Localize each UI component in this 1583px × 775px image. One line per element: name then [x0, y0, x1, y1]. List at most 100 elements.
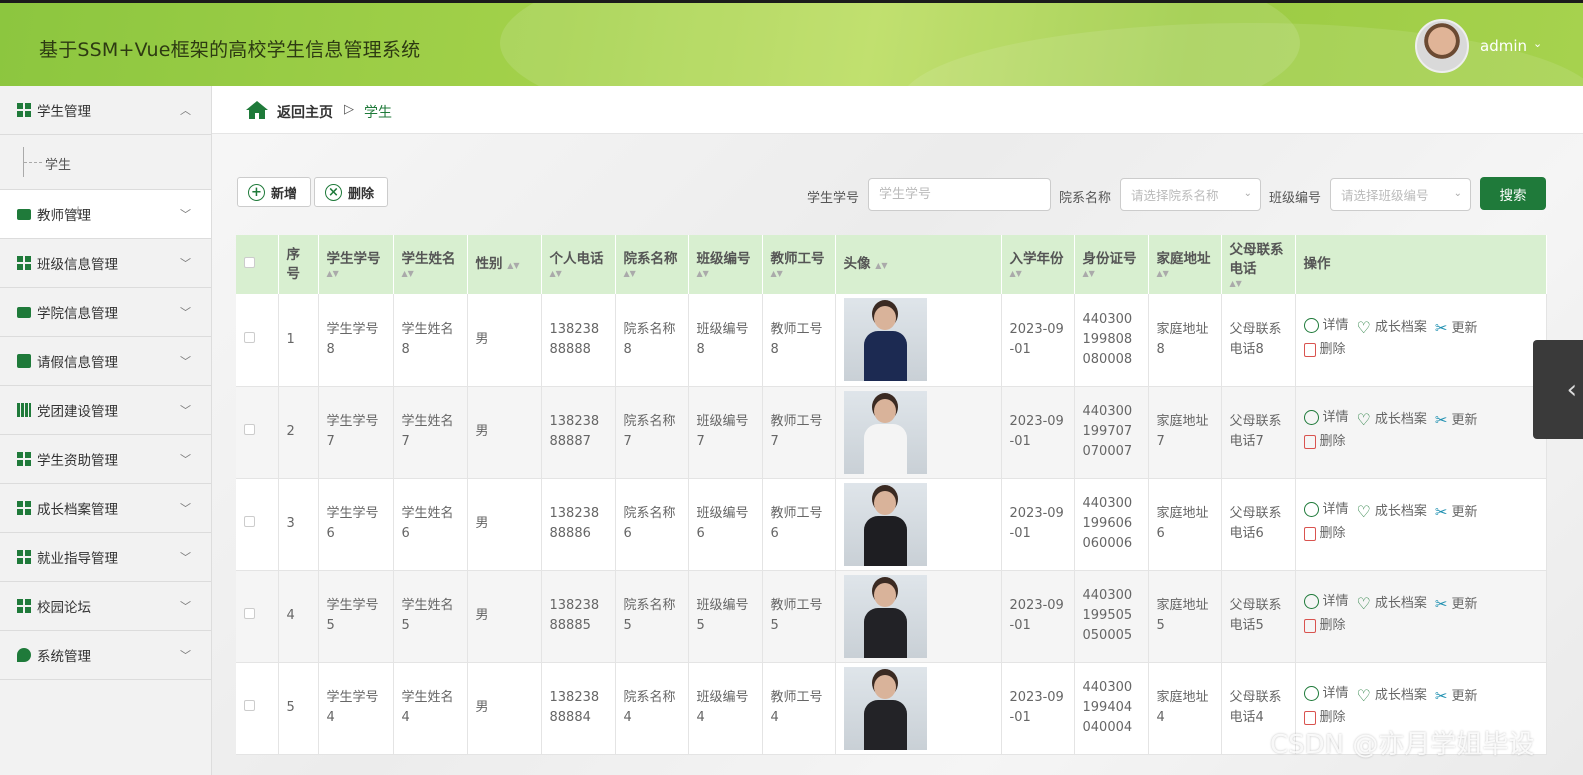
sidebar-item-label: 教师管理	[37, 208, 91, 224]
photo-figure	[873, 306, 896, 331]
search-button[interactable]: 搜索	[1480, 177, 1546, 210]
sort-icon[interactable]: ▲▼	[1230, 279, 1287, 289]
add-button[interactable]: + 新增	[237, 177, 311, 207]
sort-icon[interactable]: ▲▼	[327, 269, 385, 279]
batch-delete-button[interactable]: × 删除	[314, 177, 388, 207]
table-cell-idx: 3	[278, 478, 319, 571]
row-checkbox[interactable]	[244, 516, 255, 527]
table-row[interactable]: 1 学生学号8 学生姓名8 男 13823888888 院系名称8 班级编号8 教师工号8 20…	[236, 294, 1547, 387]
sidebar-item[interactable]: 系统管理 ﹀	[0, 631, 211, 680]
detail-button[interactable]: 详情	[1303, 500, 1349, 520]
user-name[interactable]: admin	[1480, 37, 1527, 55]
column-header[interactable]: 院系名称 ▲▼	[615, 235, 689, 294]
column-header[interactable]: 家庭地址 ▲▼	[1148, 235, 1222, 294]
sort-icon[interactable]: ▲▼	[1083, 269, 1140, 279]
sidebar-item[interactable]: 学生管理 ︿	[0, 86, 211, 135]
column-header[interactable]: 个人电话 ▲▼	[541, 235, 616, 294]
column-header[interactable]: 学生学号 ▲▼	[318, 235, 394, 294]
row-select-cell	[236, 478, 279, 571]
table-cell-cls: 班级编号8	[688, 294, 763, 387]
photo-figure	[873, 582, 896, 607]
class-select[interactable]: 请选择班级编号 ⌄	[1330, 178, 1471, 211]
sort-icon[interactable]: ▲▼	[1157, 269, 1213, 279]
sidebar-item[interactable]: 请假信息管理 ﹀	[0, 337, 211, 386]
detail-button[interactable]: 详情	[1303, 684, 1349, 704]
archive-button[interactable]: ♡ 成长档案	[1357, 686, 1427, 706]
sidebar-item[interactable]: 党团建设管理 ﹀	[0, 386, 211, 435]
update-button[interactable]: ✂ 更新	[1435, 319, 1478, 339]
table-cell-no: 学生学号7	[318, 386, 394, 479]
sort-icon[interactable]: ▲▼	[507, 261, 519, 270]
column-header-label: 入学年份	[1009, 251, 1064, 267]
row-checkbox[interactable]	[244, 608, 255, 619]
detail-button[interactable]: 详情	[1303, 408, 1349, 428]
column-header[interactable]: 班级编号 ▲▼	[688, 235, 763, 294]
archive-button[interactable]: ♡ 成长档案	[1357, 502, 1427, 522]
sort-icon[interactable]: ▲▼	[550, 269, 607, 279]
row-checkbox[interactable]	[244, 700, 255, 711]
dept-select-placeholder: 请选择院系名称	[1131, 188, 1219, 203]
sidebar-item[interactable]: 学生资助管理 ﹀	[0, 435, 211, 484]
app-title: 基于SSM+Vue框架的高校学生信息管理系统	[39, 39, 421, 61]
heart-icon: ♡	[1356, 502, 1371, 522]
table-row[interactable]: 4 学生学号5 学生姓名5 男 13823888885 院系名称5 班级编号5 教师工号5 20…	[236, 570, 1547, 663]
column-header[interactable]: 学生姓名 ▲▼	[393, 235, 468, 294]
delete-row-button[interactable]: 删除	[1303, 524, 1346, 544]
archive-button[interactable]: ♡ 成长档案	[1357, 594, 1427, 614]
detail-button[interactable]: 详情	[1303, 316, 1349, 336]
student-photo[interactable]	[843, 574, 927, 658]
home-icon[interactable]	[245, 100, 269, 120]
detail-icon	[1303, 686, 1319, 702]
table-row[interactable]: 2 学生学号7 学生姓名7 男 13823888887 院系名称7 班级编号7 教师工号7 20…	[236, 386, 1547, 479]
sort-icon[interactable]: ▲▼	[875, 261, 887, 270]
column-header[interactable]: 头像 ▲▼	[835, 235, 1002, 294]
sidebar-item[interactable]: 成长档案管理 ﹀	[0, 484, 211, 533]
chevron-left-icon[interactable]: ‹	[1533, 340, 1583, 439]
chevron-down-icon: ﹀	[180, 257, 191, 270]
delete-row-button[interactable]: 删除	[1303, 340, 1346, 360]
column-header[interactable]: 父母联系电话 ▲▼	[1221, 235, 1296, 294]
update-button[interactable]: ✂ 更新	[1435, 687, 1478, 707]
chevron-down-icon[interactable]: ⌄	[1533, 37, 1542, 50]
table-row[interactable]: 3 学生学号6 学生姓名6 男 13823888886 院系名称6 班级编号6 教师工号6 20…	[236, 478, 1547, 571]
row-checkbox[interactable]	[244, 331, 255, 343]
update-button[interactable]: ✂ 更新	[1435, 411, 1478, 431]
student-photo[interactable]	[843, 482, 927, 566]
student-photo[interactable]	[843, 666, 927, 750]
grid-icon	[17, 501, 31, 515]
row-checkbox[interactable]	[244, 424, 255, 435]
column-header[interactable]: 教师工号 ▲▼	[762, 235, 836, 294]
column-header[interactable]: 身份证号 ▲▼	[1074, 235, 1149, 294]
sidebar-item[interactable]: 校园论坛 ﹀	[0, 582, 211, 631]
column-header[interactable]: 序号	[278, 235, 319, 294]
sidebar-subitem[interactable]: 学生	[0, 135, 211, 190]
sort-icon[interactable]: ▲▼	[624, 269, 680, 279]
delete-row-button[interactable]: 删除	[1303, 616, 1346, 636]
delete-row-button[interactable]: 删除	[1303, 432, 1346, 452]
update-button[interactable]: ✂ 更新	[1435, 595, 1478, 615]
dept-select[interactable]: 请选择院系名称 ⌄	[1120, 178, 1261, 211]
sidebar-item[interactable]: 教师管理 ﹀	[0, 190, 211, 239]
archive-button[interactable]: ♡ 成长档案	[1357, 318, 1427, 338]
avatar[interactable]	[1415, 19, 1469, 73]
sort-icon[interactable]: ▲▼	[402, 269, 459, 279]
chevron-down-icon: ﹀	[180, 600, 191, 613]
column-header[interactable]: 入学年份 ▲▼	[1001, 235, 1075, 294]
column-header[interactable]: 性别 ▲▼	[467, 235, 542, 294]
sort-icon[interactable]: ▲▼	[1010, 269, 1066, 279]
update-button[interactable]: ✂ 更新	[1435, 503, 1478, 523]
detail-label: 详情	[1322, 593, 1349, 609]
sidebar-item[interactable]: 班级信息管理 ﹀	[0, 239, 211, 288]
select-all-checkbox[interactable]	[244, 257, 255, 268]
sort-icon[interactable]: ▲▼	[697, 269, 754, 279]
sort-icon[interactable]: ▲▼	[771, 269, 827, 279]
chevron-down-icon: ﹀	[180, 453, 191, 466]
detail-button[interactable]: 详情	[1303, 592, 1349, 612]
sidebar-item[interactable]: 就业指导管理 ﹀	[0, 533, 211, 582]
sidebar-item[interactable]: 学院信息管理 ﹀	[0, 288, 211, 337]
student-photo[interactable]	[843, 390, 927, 474]
archive-button[interactable]: ♡ 成长档案	[1357, 410, 1427, 430]
student-no-input[interactable]	[868, 178, 1051, 211]
student-photo[interactable]	[843, 298, 927, 382]
breadcrumb-home-link[interactable]: 返回主页	[277, 102, 333, 122]
